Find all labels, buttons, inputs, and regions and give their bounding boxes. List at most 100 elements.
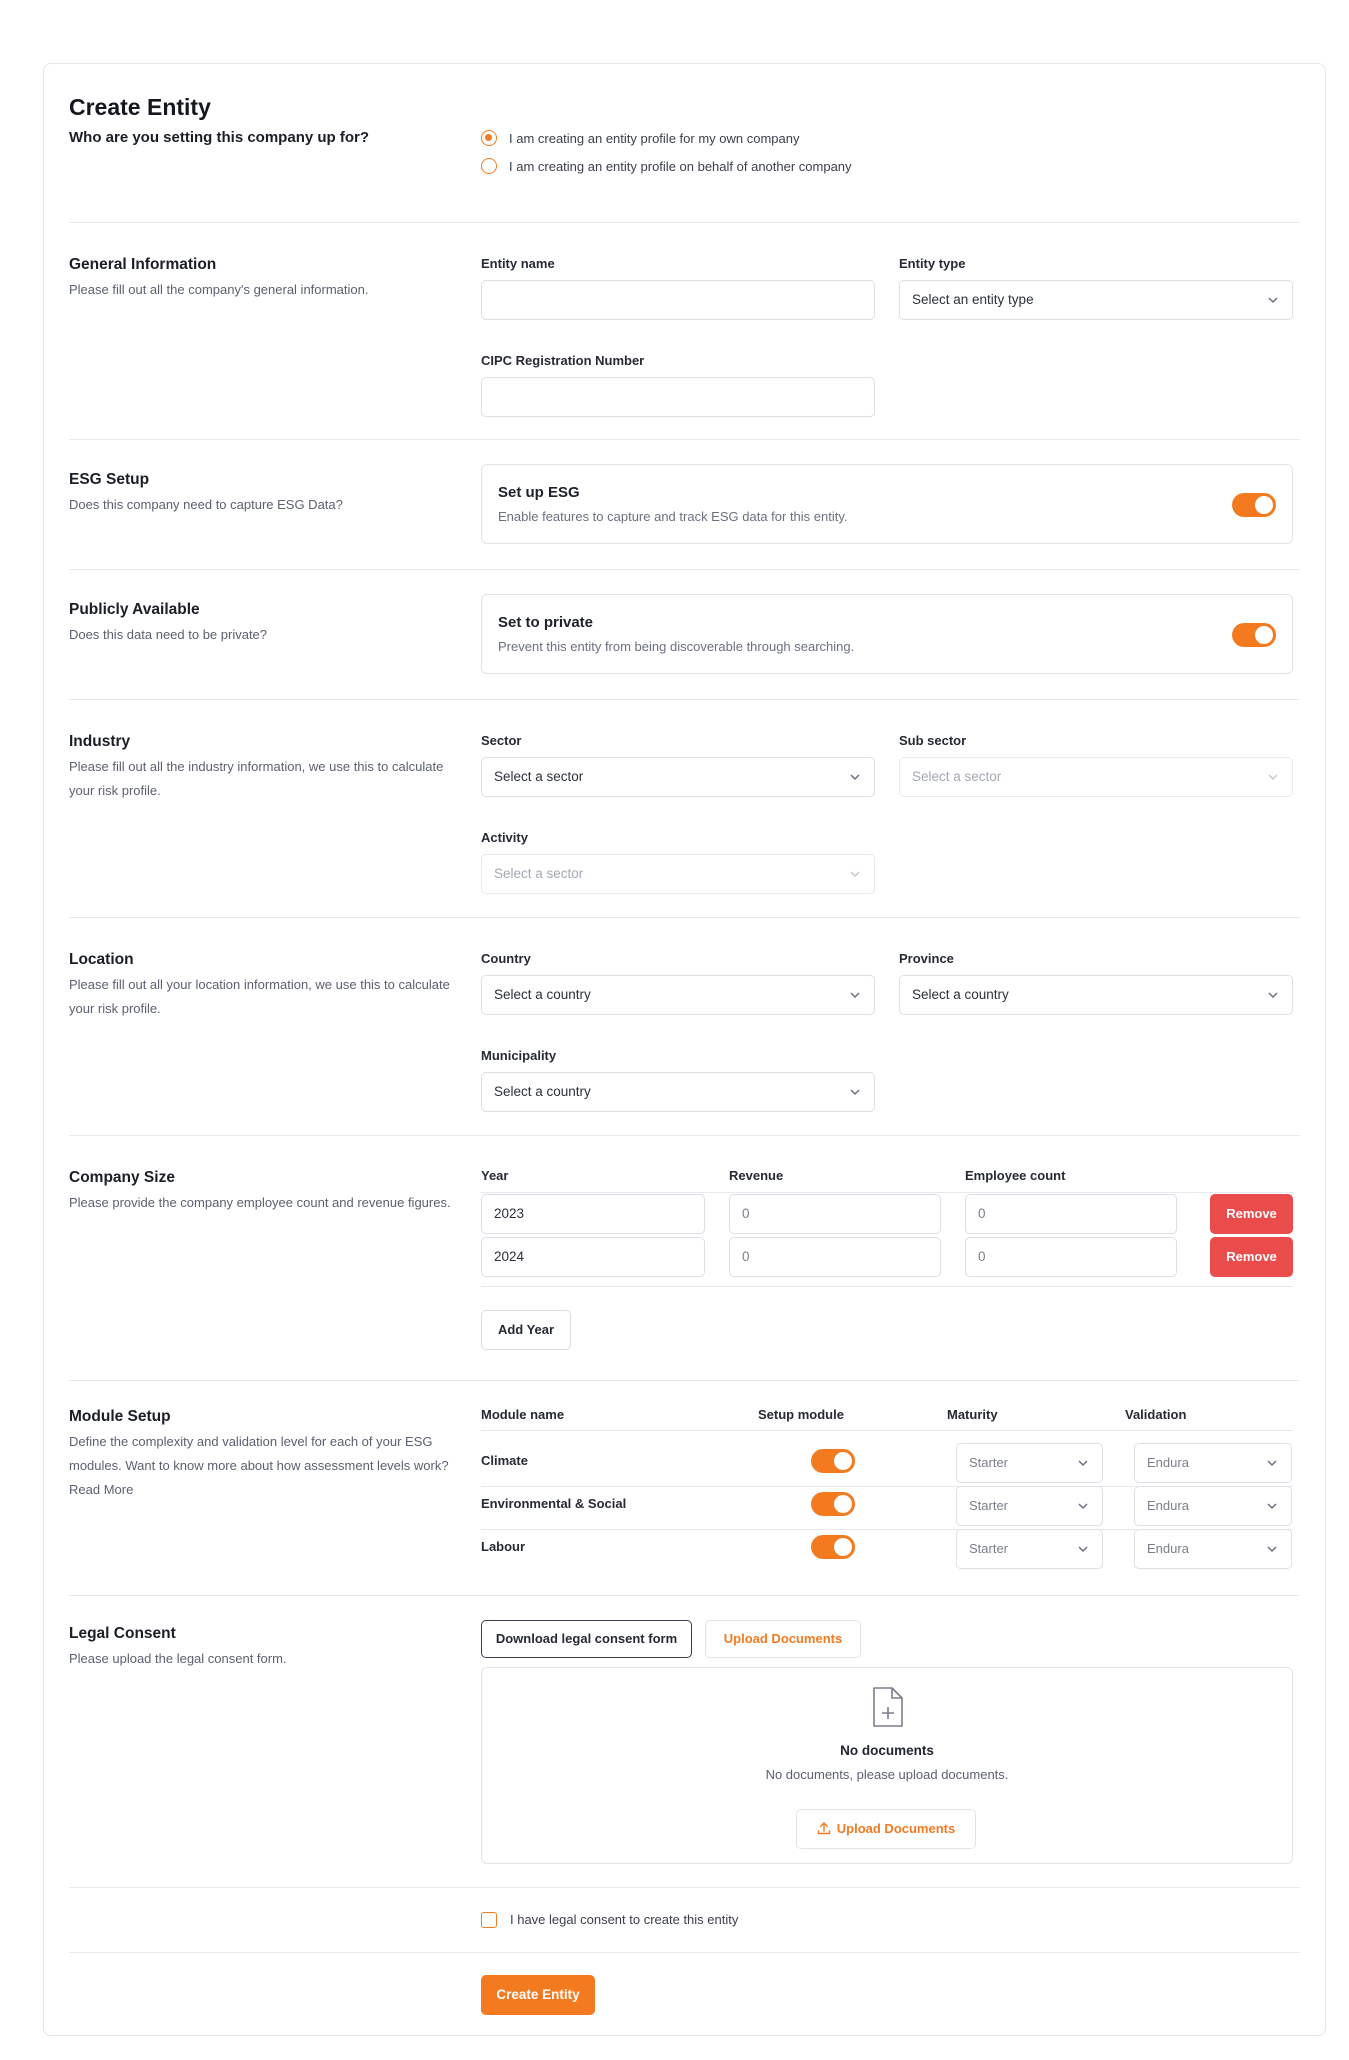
validation-select[interactable]: Endura — [1134, 1443, 1292, 1483]
municipality-value: Select a country — [494, 1084, 591, 1099]
entity-type-label: Entity type — [899, 256, 966, 271]
upload-documents-button[interactable]: Upload Documents — [705, 1620, 861, 1658]
esg-desc: Does this company need to capture ESG Da… — [69, 497, 343, 512]
consent-checkbox[interactable] — [481, 1912, 497, 1928]
location-section: Location Please fill out all your locati… — [69, 918, 1300, 1135]
module-switch[interactable] — [811, 1449, 855, 1473]
col-employees: Employee count — [965, 1168, 1066, 1183]
col-validation: Validation — [1125, 1407, 1187, 1422]
validation-value: Endura — [1147, 1455, 1189, 1470]
activity-label: Activity — [481, 830, 528, 845]
private-toggle-desc: Prevent this entity from being discovera… — [498, 639, 855, 654]
province-label: Province — [899, 951, 954, 966]
chevron-down-icon — [1268, 992, 1278, 999]
empty-state-title: No documents — [840, 1743, 934, 1758]
entity-type-select[interactable]: Select an entity type — [899, 280, 1293, 320]
sector-select[interactable]: Select a sector — [481, 757, 875, 797]
maturity-select[interactable]: Starter — [956, 1486, 1103, 1526]
activity-select[interactable]: Select a sector — [481, 854, 875, 894]
entity-type-value: Select an entity type — [912, 292, 1034, 307]
public-section: Publicly Available Does this data need t… — [69, 570, 1300, 699]
chevron-down-icon — [1267, 1503, 1277, 1510]
remove-year-button[interactable]: Remove — [1210, 1194, 1293, 1234]
radio-other-company[interactable]: I am creating an entity profile on behal… — [481, 158, 852, 174]
chevron-down-icon — [1268, 774, 1278, 781]
chevron-down-icon — [850, 871, 860, 878]
chevron-down-icon — [1078, 1546, 1088, 1553]
esg-section: ESG Setup Does this company need to capt… — [69, 440, 1300, 569]
province-select[interactable]: Select a country — [899, 975, 1293, 1015]
chevron-down-icon — [850, 992, 860, 999]
table-footer-line — [481, 1286, 1293, 1287]
module-name: Labour — [481, 1539, 526, 1554]
public-desc: Does this data need to be private? — [69, 627, 268, 642]
subsector-select[interactable]: Select a sector — [899, 757, 1293, 797]
legal-desc: Please upload the legal consent form. — [69, 1651, 287, 1666]
employees-input[interactable]: 0 — [965, 1194, 1177, 1234]
sector-value: Select a sector — [494, 769, 584, 784]
country-select[interactable]: Select a country — [481, 975, 875, 1015]
maturity-select[interactable]: Starter — [956, 1443, 1103, 1483]
company-size-section: Company Size Please provide the company … — [69, 1136, 1300, 1380]
radio-unchecked-icon — [481, 158, 497, 174]
chevron-down-icon — [1268, 297, 1278, 304]
table-header-line — [481, 1192, 1293, 1193]
private-switch[interactable] — [1232, 623, 1276, 647]
radio-checked-icon — [481, 130, 497, 146]
table-header-line — [481, 1430, 1293, 1431]
validation-value: Endura — [1147, 1498, 1189, 1513]
entity-name-input[interactable] — [481, 280, 875, 320]
legal-section: Legal Consent Please upload the legal co… — [69, 1596, 1300, 1864]
create-entity-card: Create Entity Who are you setting this c… — [43, 63, 1326, 2036]
chevron-down-icon — [1078, 1503, 1088, 1510]
module-name: Climate — [481, 1453, 528, 1468]
validation-select[interactable]: Endura — [1134, 1529, 1292, 1569]
consent-section: I have legal consent to create this enti… — [69, 1888, 1300, 1952]
esg-switch[interactable] — [1232, 493, 1276, 517]
subsector-value: Select a sector — [912, 769, 1002, 784]
module-switch[interactable] — [811, 1492, 855, 1516]
municipality-label: Municipality — [481, 1048, 557, 1063]
add-year-button[interactable]: Add Year — [481, 1310, 571, 1350]
year-input[interactable]: 2023 — [481, 1194, 705, 1234]
maturity-select[interactable]: Starter — [956, 1529, 1103, 1569]
validation-value: Endura — [1147, 1541, 1189, 1556]
create-entity-button[interactable]: Create Entity — [481, 1975, 595, 2015]
revenue-input[interactable]: 0 — [729, 1237, 941, 1277]
industry-title: Industry — [69, 733, 131, 750]
download-consent-button[interactable]: Download legal consent form — [481, 1620, 692, 1658]
year-input[interactable]: 2024 — [481, 1237, 705, 1277]
maturity-value: Starter — [969, 1541, 1009, 1556]
legal-title: Legal Consent — [69, 1625, 176, 1642]
municipality-select[interactable]: Select a country — [481, 1072, 875, 1112]
col-year: Year — [481, 1168, 509, 1183]
modules-desc: Define the complexity and validation lev… — [69, 1434, 449, 1497]
country-label: Country — [481, 951, 531, 966]
col-revenue: Revenue — [729, 1168, 784, 1183]
col-setup-module: Setup module — [758, 1407, 844, 1422]
chevron-down-icon — [1267, 1546, 1277, 1553]
province-value: Select a country — [912, 987, 1009, 1002]
radio-own-company[interactable]: I am creating an entity profile for my o… — [481, 130, 799, 146]
remove-year-button[interactable]: Remove — [1210, 1237, 1293, 1277]
size-title: Company Size — [69, 1169, 175, 1186]
entity-name-label: Entity name — [481, 256, 555, 271]
upload-icon — [817, 1822, 830, 1835]
revenue-input[interactable]: 0 — [729, 1194, 941, 1234]
chevron-down-icon — [850, 774, 860, 781]
cipc-input[interactable] — [481, 377, 875, 417]
esg-toggle-card: Set up ESG Enable features to capture an… — [481, 464, 1293, 544]
col-module-name: Module name — [481, 1407, 565, 1422]
sector-label: Sector — [481, 733, 522, 748]
module-switch[interactable] — [811, 1535, 855, 1559]
employees-input[interactable]: 0 — [965, 1237, 1177, 1277]
upload-documents-button-secondary[interactable]: Upload Documents — [796, 1809, 976, 1849]
chevron-down-icon — [1267, 1460, 1277, 1467]
validation-select[interactable]: Endura — [1134, 1486, 1292, 1526]
activity-value: Select a sector — [494, 866, 584, 881]
subsector-label: Sub sector — [899, 733, 967, 748]
country-value: Select a country — [494, 987, 591, 1002]
module-setup-section: Module Setup Define the complexity and v… — [69, 1381, 1300, 1595]
maturity-value: Starter — [969, 1455, 1009, 1470]
private-toggle-card: Set to private Prevent this entity from … — [481, 594, 1293, 674]
